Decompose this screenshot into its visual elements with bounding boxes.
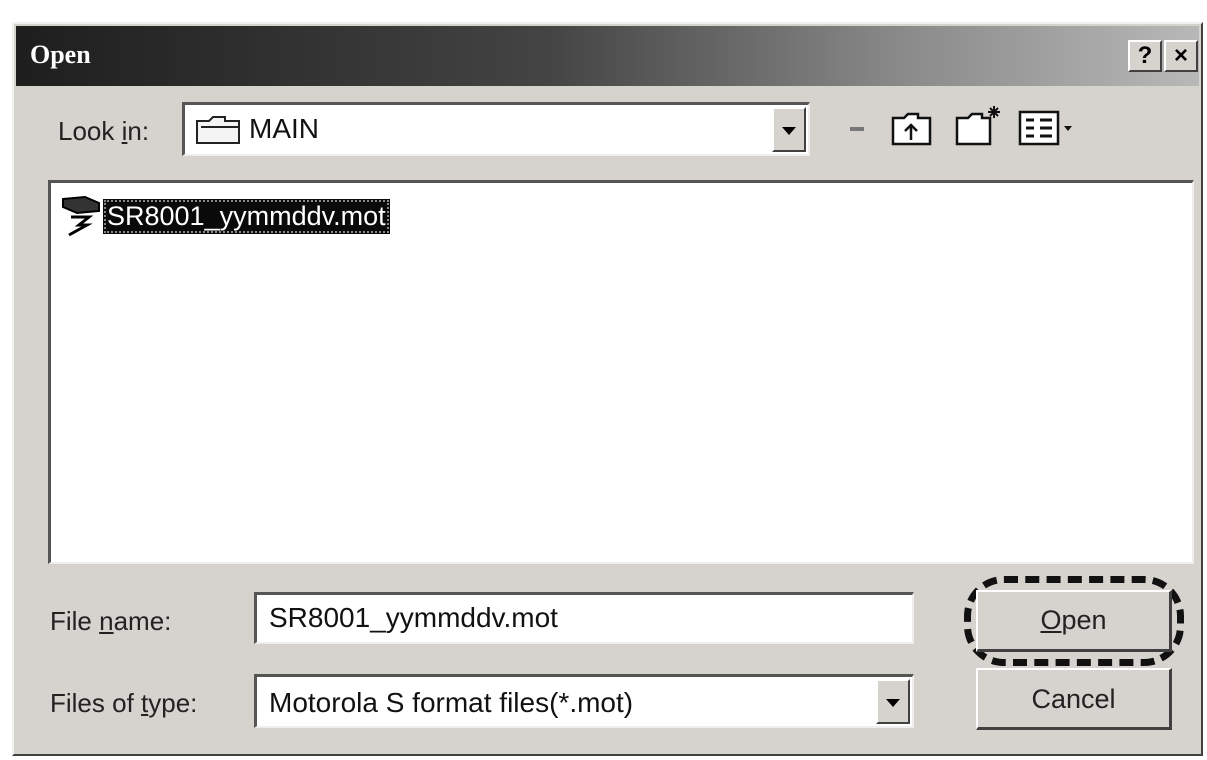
file-type-label: Files of type:: [50, 688, 198, 718]
mot-file-icon: [62, 195, 100, 237]
back-arrow-icon[interactable]: [844, 116, 874, 142]
file-type-dropdown-arrow[interactable]: [876, 679, 910, 724]
look-in-label: Look in:: [58, 116, 150, 146]
title-bar[interactable]: Open ? ×: [16, 26, 1199, 86]
file-type-value: Motorola S format files(*.mot): [269, 687, 634, 718]
open-button[interactable]: Open: [976, 590, 1172, 652]
file-type-select[interactable]: Motorola S format files(*.mot): [254, 674, 914, 728]
up-folder-icon[interactable]: [890, 110, 934, 148]
file-name-selected: SR8001_yymmddv.mot: [103, 198, 390, 234]
help-button[interactable]: ?: [1128, 40, 1162, 72]
file-list[interactable]: SR8001_yymmddv.mot: [48, 180, 1194, 564]
look-in-combo[interactable]: MAIN: [182, 102, 810, 156]
look-in-dropdown-arrow[interactable]: [772, 107, 806, 152]
folder-icon: [196, 116, 240, 144]
view-menu-icon[interactable]: [1018, 110, 1082, 148]
file-name-label: File name:: [50, 606, 172, 636]
new-folder-icon[interactable]: [954, 104, 1004, 148]
file-name-input[interactable]: SR8001_yymmddv.mot: [254, 592, 914, 644]
list-item[interactable]: SR8001_yymmddv.mot: [59, 195, 390, 237]
open-dialog: Open ? × Look in: MAIN SR8001_yymmddv.mo…: [12, 22, 1203, 756]
cancel-button[interactable]: Cancel: [976, 668, 1172, 730]
dialog-title: Open: [30, 40, 91, 69]
close-button[interactable]: ×: [1164, 40, 1198, 72]
look-in-value: MAIN: [249, 113, 319, 144]
file-name-value: SR8001_yymmddv.mot: [269, 602, 558, 633]
